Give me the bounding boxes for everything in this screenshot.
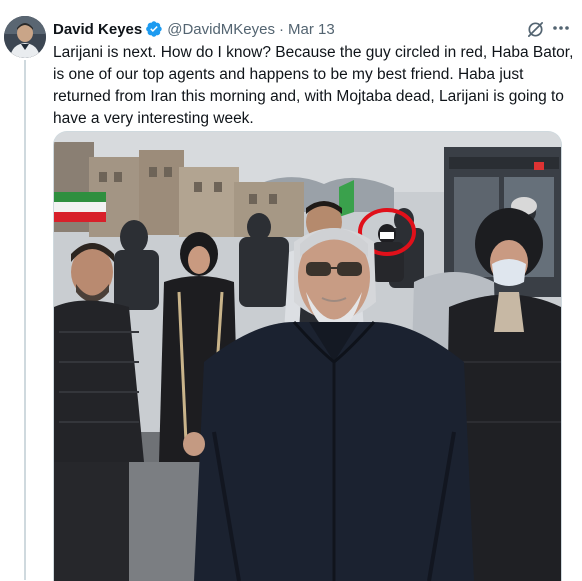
thread-line <box>24 60 26 580</box>
author-name[interactable]: David Keyes <box>53 21 142 38</box>
grok-icon[interactable] <box>526 20 545 39</box>
tweet[interactable]: David Keyes @DavidMKeyes · Mar 13 Larija… <box>0 0 582 581</box>
avatar[interactable] <box>4 16 46 58</box>
tweet-header: David Keyes @DavidMKeyes · Mar 13 <box>53 18 335 40</box>
separator-dot: · <box>278 20 284 38</box>
more-icon[interactable] <box>550 18 572 38</box>
tweet-text: Larijani is next. How do I know? Because… <box>53 44 574 127</box>
verified-badge-icon <box>145 20 163 38</box>
tweet-date[interactable]: Mar 13 <box>288 21 335 38</box>
tweet-photo[interactable] <box>53 131 562 581</box>
author-handle[interactable]: @DavidMKeyes <box>167 21 275 38</box>
